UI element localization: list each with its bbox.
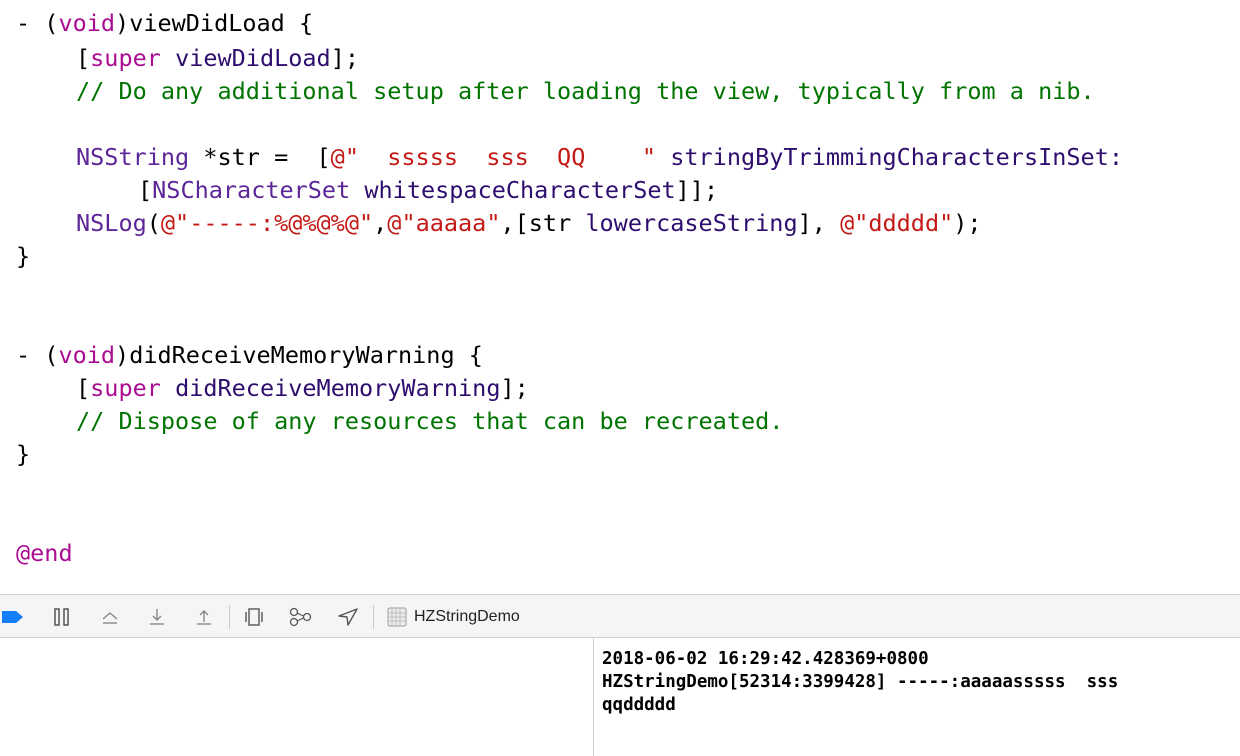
console-output-line: qqddddd <box>602 695 676 715</box>
view-debugger-icon[interactable] <box>241 604 267 630</box>
step-into-icon[interactable] <box>145 604 169 630</box>
code-line: NSLog(@"-----:%@%@%@",@"aaaaa",[str lowe… <box>76 209 982 237</box>
code-line: - (void)didReceiveMemoryWarning { <box>16 341 483 369</box>
location-icon[interactable] <box>335 604 361 630</box>
code-line: } <box>16 440 31 468</box>
breakpoints-toggle-icon[interactable] <box>0 604 26 630</box>
step-out-icon[interactable] <box>192 604 216 630</box>
code-line: [super didReceiveMemoryWarning]; <box>76 374 529 402</box>
code-end-directive: @end <box>16 539 73 567</box>
step-over-icon[interactable] <box>98 604 122 630</box>
debug-bar: HZStringDemo <box>0 594 1240 638</box>
process-icon[interactable] <box>384 604 410 630</box>
console-output-line: 2018-06-02 16:29:42.428369+0800 <box>602 649 929 669</box>
code-line: } <box>16 242 31 270</box>
memory-graph-icon[interactable] <box>287 604 315 630</box>
code-comment: // Dispose of any resources that can be … <box>76 407 784 435</box>
console-output-line: HZStringDemo[52314:3399428] -----:aaaaas… <box>602 672 1119 692</box>
code-line: - (void)viewDidLoad { <box>16 9 314 37</box>
variables-pane[interactable] <box>0 638 594 756</box>
console-pane[interactable]: 2018-06-02 16:29:42.428369+0800 HZString… <box>594 638 1240 756</box>
code-line: [NSCharacterSet whitespaceCharacterSet]]… <box>138 176 719 204</box>
code-editor[interactable]: - (void)viewDidLoad { [super viewDidLoad… <box>0 0 1240 594</box>
code-comment: // Do any additional setup after loading… <box>76 77 1095 105</box>
process-name[interactable]: HZStringDemo <box>414 595 520 639</box>
code-line: [super viewDidLoad]; <box>76 44 359 72</box>
code-line: NSString *str = [@" sssss sss QQ " strin… <box>76 143 1123 171</box>
toolbar-separator <box>373 605 374 629</box>
toolbar-separator <box>229 605 230 629</box>
pause-icon[interactable] <box>50 604 74 630</box>
